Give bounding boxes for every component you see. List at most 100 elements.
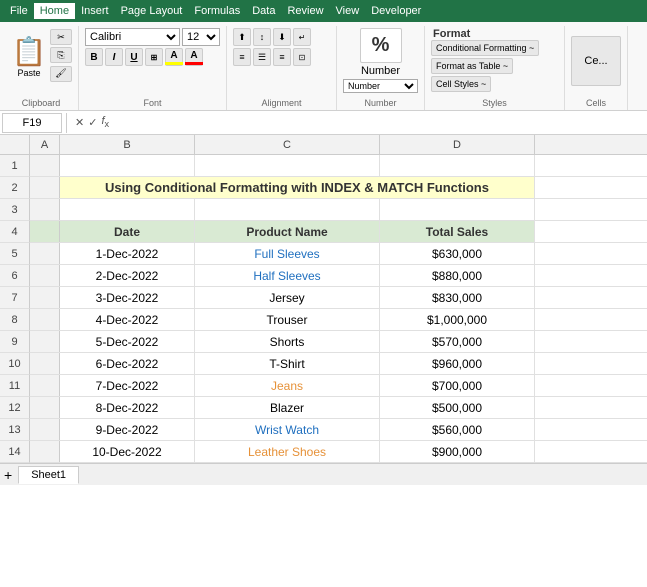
- cell-b10[interactable]: 6-Dec-2022: [60, 353, 195, 374]
- cell-d14[interactable]: $900,000: [380, 441, 535, 462]
- cell-c13[interactable]: Wrist Watch: [195, 419, 380, 440]
- cell-d7[interactable]: $830,000: [380, 287, 535, 308]
- conditional-formatting-button[interactable]: Conditional Formatting ~: [431, 40, 539, 56]
- cancel-formula-icon[interactable]: ✕: [75, 116, 84, 129]
- cell-a10[interactable]: [30, 353, 60, 374]
- merge-button[interactable]: ⊡: [293, 48, 311, 66]
- cell-c9[interactable]: Shorts: [195, 331, 380, 352]
- menu-home[interactable]: Home: [34, 3, 75, 19]
- cell-d4-header[interactable]: Total Sales: [380, 221, 535, 242]
- cell-a5[interactable]: [30, 243, 60, 264]
- cell-a9[interactable]: [30, 331, 60, 352]
- cell-c11[interactable]: Jeans: [195, 375, 380, 396]
- row-num-9[interactable]: 9: [0, 331, 30, 353]
- cell-b5[interactable]: 1-Dec-2022: [60, 243, 195, 264]
- cell-d8[interactable]: $1,000,000: [380, 309, 535, 330]
- align-top-button[interactable]: ⬆: [233, 28, 251, 46]
- row-num-10[interactable]: 10: [0, 353, 30, 375]
- cell-b14[interactable]: 10-Dec-2022: [60, 441, 195, 462]
- cell-c7[interactable]: Jersey: [195, 287, 380, 308]
- row-num-13[interactable]: 13: [0, 419, 30, 441]
- cell-a14[interactable]: [30, 441, 60, 462]
- menu-file[interactable]: File: [4, 3, 34, 19]
- cell-b2-title[interactable]: Using Conditional Formatting with INDEX …: [60, 177, 535, 198]
- confirm-formula-icon[interactable]: ✓: [88, 116, 97, 129]
- percent-button[interactable]: %: [360, 28, 402, 63]
- wrap-text-button[interactable]: ↵: [293, 28, 311, 46]
- cell-a13[interactable]: [30, 419, 60, 440]
- cell-c5[interactable]: Full Sleeves: [195, 243, 380, 264]
- row-num-6[interactable]: 6: [0, 265, 30, 287]
- cell-c4-header[interactable]: Product Name: [195, 221, 380, 242]
- row-num-14[interactable]: 14: [0, 441, 30, 463]
- row-num-2[interactable]: 2: [0, 177, 30, 199]
- cell-c8[interactable]: Trouser: [195, 309, 380, 330]
- number-format-select[interactable]: Number General Currency: [343, 79, 418, 93]
- cell-b1[interactable]: [60, 155, 195, 176]
- cell-b12[interactable]: 8-Dec-2022: [60, 397, 195, 418]
- align-left-button[interactable]: ≡: [233, 48, 251, 66]
- cell-styles-button[interactable]: Cell Styles ~: [431, 76, 491, 92]
- italic-button[interactable]: I: [105, 48, 123, 66]
- fill-color-button[interactable]: A: [165, 48, 183, 66]
- cell-c10[interactable]: T-Shirt: [195, 353, 380, 374]
- font-color-button[interactable]: A: [185, 48, 203, 66]
- menu-view[interactable]: View: [330, 3, 366, 19]
- row-num-4[interactable]: 4: [0, 221, 30, 243]
- cell-a11[interactable]: [30, 375, 60, 396]
- cell-a4[interactable]: [30, 221, 60, 242]
- cell-b9[interactable]: 5-Dec-2022: [60, 331, 195, 352]
- cells-format-button[interactable]: Ce...: [571, 36, 621, 86]
- cell-reference-input[interactable]: [2, 113, 62, 133]
- align-center-button[interactable]: ☰: [253, 48, 271, 66]
- cut-button[interactable]: ✂: [50, 29, 72, 45]
- cell-d6[interactable]: $880,000: [380, 265, 535, 286]
- col-header-c[interactable]: C: [195, 135, 380, 154]
- paste-button[interactable]: 📋 Paste: [10, 28, 48, 88]
- cell-a8[interactable]: [30, 309, 60, 330]
- row-num-8[interactable]: 8: [0, 309, 30, 331]
- cell-b13[interactable]: 9-Dec-2022: [60, 419, 195, 440]
- menu-data[interactable]: Data: [246, 3, 281, 19]
- cell-b3[interactable]: [60, 199, 195, 220]
- col-header-b[interactable]: B: [60, 135, 195, 154]
- cell-c1[interactable]: [195, 155, 380, 176]
- format-as-table-button[interactable]: Format as Table ~: [431, 58, 513, 74]
- row-num-7[interactable]: 7: [0, 287, 30, 309]
- cell-a3[interactable]: [30, 199, 60, 220]
- row-num-3[interactable]: 3: [0, 199, 30, 221]
- border-button[interactable]: ⊞: [145, 48, 163, 66]
- cell-b4-header[interactable]: Date: [60, 221, 195, 242]
- align-right-button[interactable]: ≡: [273, 48, 291, 66]
- sheet-tab-1[interactable]: Sheet1: [18, 466, 79, 484]
- cell-b8[interactable]: 4-Dec-2022: [60, 309, 195, 330]
- cell-d3[interactable]: [380, 199, 535, 220]
- cell-a1[interactable]: [30, 155, 60, 176]
- cell-d13[interactable]: $560,000: [380, 419, 535, 440]
- insert-function-icon[interactable]: fx: [101, 115, 109, 129]
- formula-input[interactable]: [113, 113, 645, 133]
- menu-review[interactable]: Review: [281, 3, 329, 19]
- cell-d11[interactable]: $700,000: [380, 375, 535, 396]
- row-num-1[interactable]: 1: [0, 155, 30, 177]
- underline-button[interactable]: U: [125, 48, 143, 66]
- add-sheet-button[interactable]: +: [4, 467, 12, 483]
- cell-d5[interactable]: $630,000: [380, 243, 535, 264]
- cell-b6[interactable]: 2-Dec-2022: [60, 265, 195, 286]
- cell-c14[interactable]: Leather Shoes: [195, 441, 380, 462]
- cell-a7[interactable]: [30, 287, 60, 308]
- cell-c3[interactable]: [195, 199, 380, 220]
- format-painter-button[interactable]: 🖌: [50, 66, 72, 82]
- menu-insert[interactable]: Insert: [75, 3, 115, 19]
- cell-d12[interactable]: $500,000: [380, 397, 535, 418]
- cell-a6[interactable]: [30, 265, 60, 286]
- row-num-11[interactable]: 11: [0, 375, 30, 397]
- cell-b7[interactable]: 3-Dec-2022: [60, 287, 195, 308]
- cell-c12[interactable]: Blazer: [195, 397, 380, 418]
- cell-d10[interactable]: $960,000: [380, 353, 535, 374]
- cell-b11[interactable]: 7-Dec-2022: [60, 375, 195, 396]
- align-middle-button[interactable]: ↕: [253, 28, 271, 46]
- col-header-d[interactable]: D: [380, 135, 535, 154]
- copy-button[interactable]: ⎘: [50, 47, 72, 63]
- align-bottom-button[interactable]: ⬇: [273, 28, 291, 46]
